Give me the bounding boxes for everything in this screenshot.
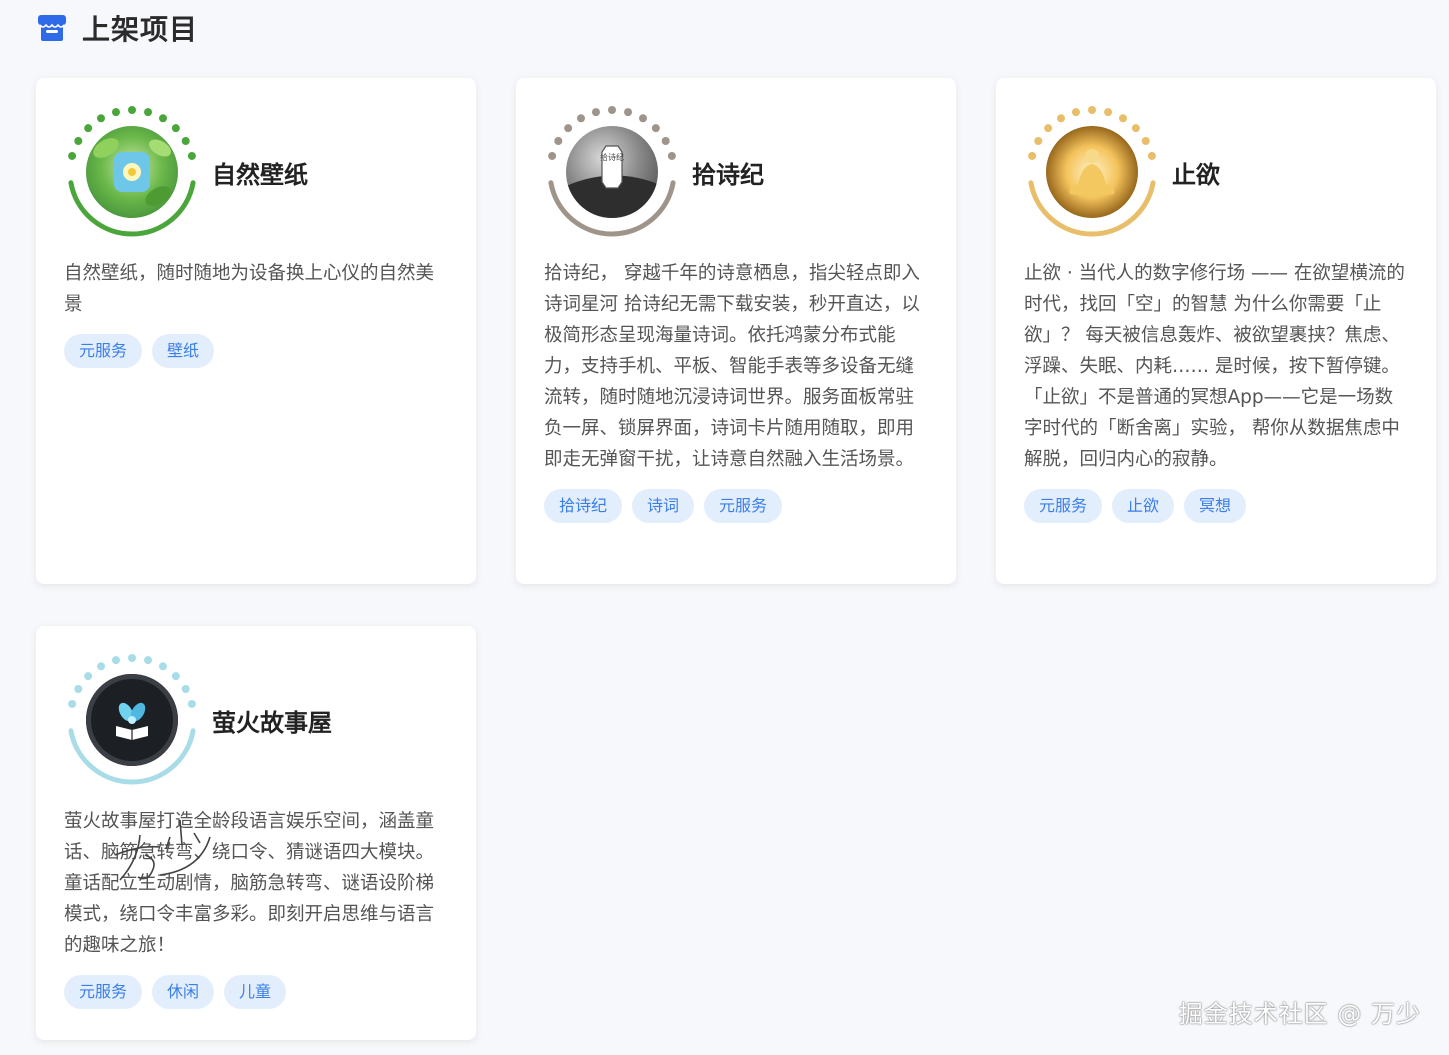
ring-dot bbox=[1088, 106, 1096, 114]
ring-dot bbox=[1057, 114, 1065, 123]
ring-dot bbox=[144, 656, 153, 665]
ring-dot bbox=[1141, 137, 1150, 145]
page-title: 上架项目 bbox=[82, 13, 199, 46]
app-description: 拾诗纪， 穿越千年的诗意栖息，指尖轻点即入诗词星河 拾诗纪无需下载安装，秒开直达… bbox=[544, 263, 920, 470]
ring-dot bbox=[667, 151, 676, 160]
ring-dot bbox=[84, 672, 93, 681]
ring-dot bbox=[1028, 151, 1037, 160]
tag[interactable]: 拾诗纪 bbox=[544, 489, 623, 523]
ring-dot bbox=[187, 699, 196, 708]
handwritten-signature bbox=[114, 819, 211, 881]
app-logo bbox=[64, 652, 200, 788]
leaf-icon bbox=[93, 138, 171, 206]
ring-dot bbox=[577, 114, 585, 123]
app-card-zhiyu[interactable]: 止欲 止欲 · 当代人的数字修行场 —— 在欲望横流的时代，找回「空」的智慧 为… bbox=[996, 78, 1436, 584]
ring-dot bbox=[159, 114, 167, 123]
ring-dot bbox=[68, 151, 77, 160]
ring-dot bbox=[591, 108, 600, 117]
ring-dot bbox=[187, 151, 196, 160]
ring-dot bbox=[111, 108, 120, 117]
ring-dot bbox=[181, 685, 190, 693]
ring-dot bbox=[1147, 151, 1156, 160]
app-logo bbox=[1024, 104, 1160, 240]
tag[interactable]: 元服务 bbox=[1024, 489, 1103, 523]
ring-dot bbox=[1044, 124, 1053, 133]
ring-dot bbox=[639, 114, 647, 123]
app-title: 萤火故事屋 bbox=[212, 708, 332, 737]
ring-dot bbox=[97, 114, 105, 123]
tag-list: 元服务 止欲 冥想 bbox=[1024, 489, 1408, 523]
ring-dot bbox=[661, 137, 670, 145]
ring-dot bbox=[624, 108, 633, 117]
tag-list: 元服务 休闲 儿童 bbox=[64, 975, 448, 1009]
ring-dot bbox=[548, 151, 557, 160]
tag[interactable]: 元服务 bbox=[64, 334, 143, 368]
firefly-book-icon bbox=[116, 702, 148, 740]
ring-dot bbox=[181, 137, 190, 145]
ring-dot bbox=[97, 662, 105, 671]
watermark: 掘金技术社区 @ 万少 bbox=[1178, 1000, 1421, 1028]
app-logo: 拾诗纪 bbox=[544, 104, 680, 240]
ring-dot bbox=[1034, 137, 1043, 145]
ring-dot bbox=[1104, 108, 1113, 117]
ring-dot bbox=[144, 108, 153, 117]
ring-dot bbox=[84, 124, 93, 133]
ring-dot bbox=[68, 699, 77, 708]
ring-dot bbox=[74, 685, 83, 693]
ring-dot bbox=[554, 137, 563, 145]
app-logo bbox=[64, 104, 200, 240]
ring-dot bbox=[1071, 108, 1080, 117]
page-header: 上架项目 bbox=[36, 10, 198, 46]
ring-dot bbox=[651, 124, 660, 133]
app-card-natural-wallpaper[interactable]: 自然壁纸 自然壁纸，随时随地为设备换上心仪的自然美景 元服务 壁纸 bbox=[36, 78, 476, 584]
store-icon bbox=[38, 15, 66, 41]
ring-dot bbox=[564, 124, 573, 133]
meditation-icon bbox=[1069, 149, 1115, 196]
app-title: 拾诗纪 bbox=[692, 160, 764, 189]
ring-dot bbox=[74, 137, 83, 145]
tag[interactable]: 元服务 bbox=[64, 975, 143, 1009]
ring-dot bbox=[608, 106, 616, 114]
ring-dot bbox=[171, 672, 180, 681]
tag[interactable]: 冥想 bbox=[1184, 489, 1247, 523]
tag-list: 元服务 壁纸 bbox=[64, 334, 448, 368]
ring-dot bbox=[171, 124, 180, 133]
ring-dot bbox=[159, 662, 167, 671]
tag[interactable]: 休闲 bbox=[152, 975, 215, 1009]
app-title: 止欲 bbox=[1172, 160, 1220, 189]
tag[interactable]: 元服务 bbox=[704, 489, 783, 523]
tag[interactable]: 止欲 bbox=[1112, 489, 1175, 523]
tag[interactable]: 壁纸 bbox=[152, 334, 215, 368]
svg-text:拾诗纪: 拾诗纪 bbox=[600, 152, 624, 162]
app-description: 止欲 · 当代人的数字修行场 —— 在欲望横流的时代，找回「空」的智慧 为什么你… bbox=[1024, 263, 1405, 470]
ring-dot bbox=[111, 656, 120, 665]
tag-list: 拾诗纪 诗词 元服务 bbox=[544, 489, 928, 523]
ring-dot bbox=[1119, 114, 1127, 123]
app-title: 自然壁纸 bbox=[212, 160, 308, 189]
app-card-poetry[interactable]: 拾诗纪 拾诗纪 拾诗纪， 穿越千年的诗意栖息，指尖轻点即入诗词星河 拾诗纪无需下… bbox=[516, 78, 956, 584]
app-description: 自然壁纸，随时随地为设备换上心仪的自然美景 bbox=[64, 263, 435, 315]
scroll-icon: 拾诗纪 bbox=[566, 145, 658, 218]
ring-dot bbox=[128, 106, 136, 114]
tag[interactable]: 儿童 bbox=[224, 975, 287, 1009]
app-card-firefly-stories[interactable]: 萤火故事屋 萤火故事屋打造全龄段语言娱乐空间，涵盖童话、脑筋急转弯、绕口令、猜谜… bbox=[36, 626, 476, 1040]
tag[interactable]: 诗词 bbox=[632, 489, 695, 523]
ring-dot bbox=[1131, 124, 1140, 133]
ring-dot bbox=[128, 654, 136, 662]
